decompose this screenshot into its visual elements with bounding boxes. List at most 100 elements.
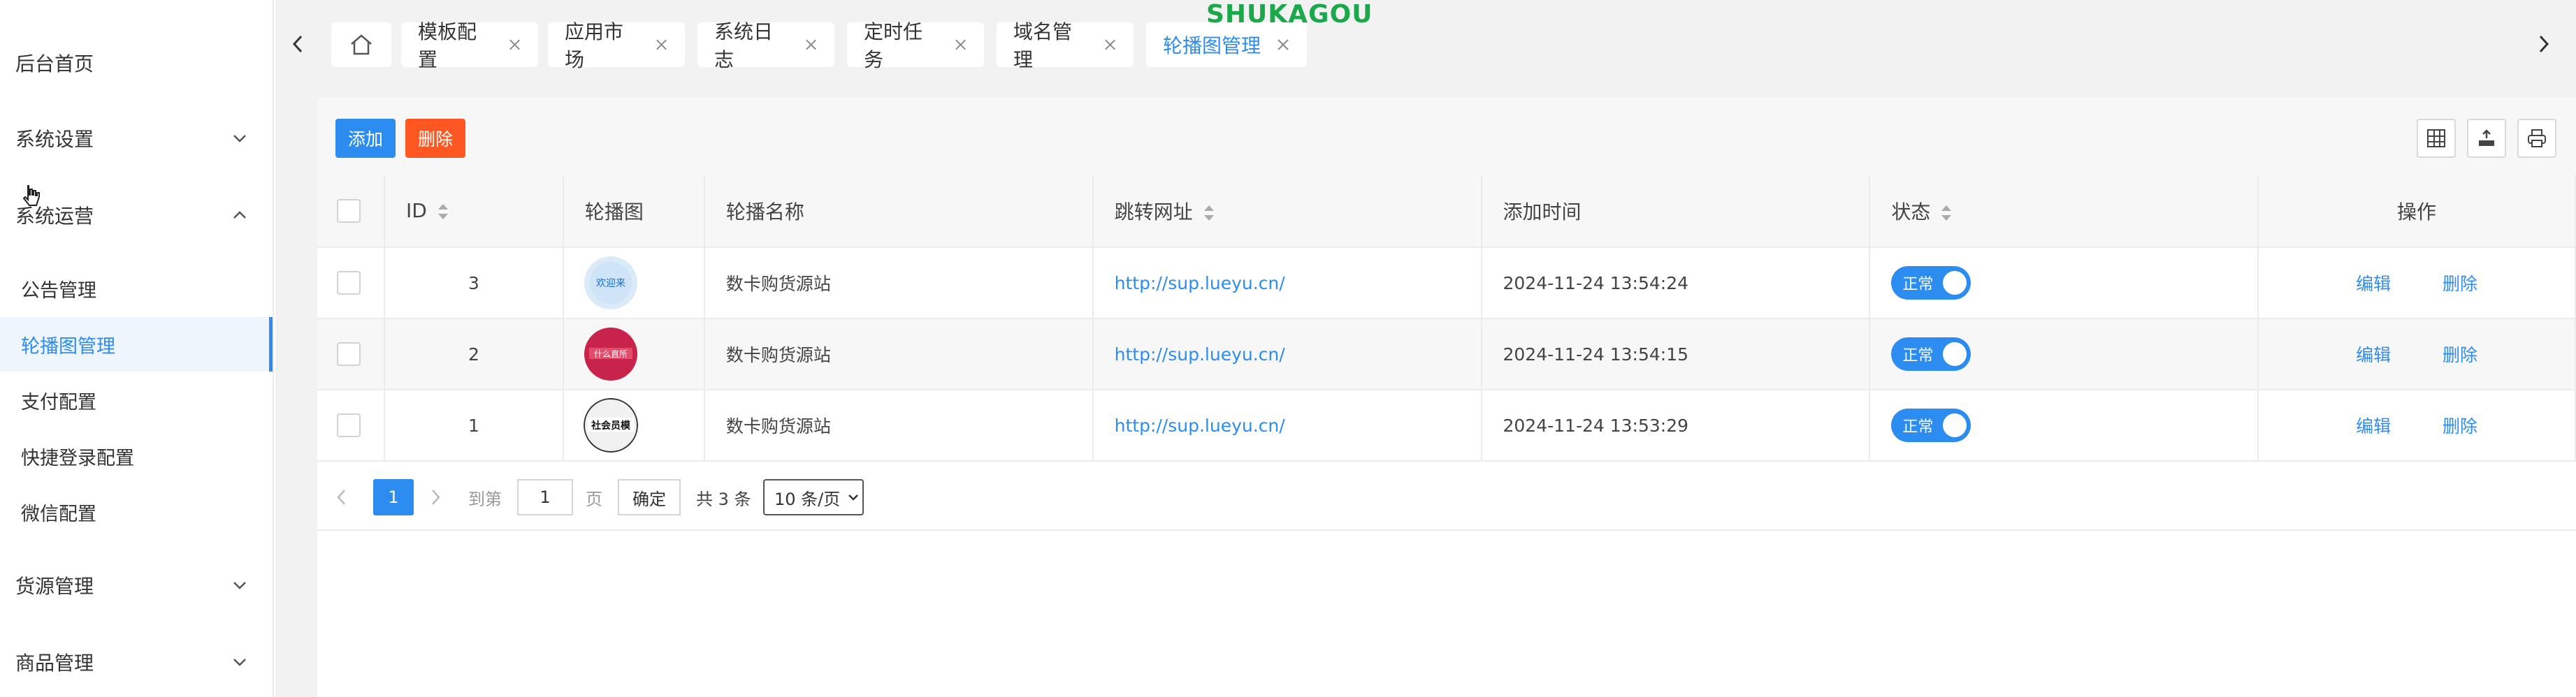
url-link[interactable]: http://sup.lueyu.cn/: [1115, 344, 1285, 365]
column-header-url[interactable]: 跳转网址: [1092, 175, 1482, 248]
sidebar-item-wechat[interactable]: 微信配置: [0, 485, 273, 539]
page-size-select[interactable]: 10 条/页: [763, 479, 864, 515]
time-cell: 2024-11-24 13:53:29: [1481, 390, 1871, 462]
status-cell: 正常: [1869, 247, 2259, 319]
column-header-id[interactable]: ID: [384, 175, 564, 248]
header-label: ID: [405, 199, 427, 222]
chevron-left-icon: [337, 490, 345, 505]
menu-group-label: 商品管理: [15, 652, 94, 675]
edit-link[interactable]: 编辑: [2356, 274, 2391, 294]
table-toolbar: 添加 删除: [317, 98, 2576, 175]
delete-button[interactable]: 删除: [405, 119, 466, 158]
url-cell: http://sup.lueyu.cn/: [1092, 390, 1482, 462]
menu-group-products[interactable]: 商品管理: [0, 641, 273, 683]
carousel-thumbnail[interactable]: 欢迎来: [584, 256, 638, 310]
sidebar-item-carousel[interactable]: 轮播图管理: [0, 317, 273, 372]
columns-icon: [2427, 129, 2445, 147]
carousel-thumbnail[interactable]: 社会员模: [583, 398, 638, 453]
url-link[interactable]: http://sup.lueyu.cn/: [1115, 273, 1285, 293]
sidebar-item-announcements[interactable]: 公告管理: [0, 261, 273, 316]
menu-group-system-settings[interactable]: 系统设置: [0, 117, 273, 159]
export-button[interactable]: [2467, 119, 2506, 158]
close-icon[interactable]: [508, 38, 521, 52]
tab-template-config[interactable]: 模板配置: [401, 20, 538, 71]
tab-bar: 模板配置 应用市场 系统日志 定时任务 域名管理 轮播图管理: [275, 10, 2576, 77]
edit-link[interactable]: 编辑: [2356, 345, 2391, 365]
table-header-row: ID 轮播图 轮播名称 跳转网址 添加时间 状态 操作: [317, 175, 2576, 248]
tab-scheduled-tasks[interactable]: 定时任务: [847, 20, 984, 71]
page-number-current[interactable]: 1: [373, 479, 414, 515]
goto-page-input[interactable]: 1: [517, 479, 573, 515]
status-toggle[interactable]: 正常: [1891, 409, 1971, 442]
sidebar-item-payment[interactable]: 支付配置: [0, 373, 273, 427]
delete-link[interactable]: 删除: [2443, 345, 2477, 365]
menu-group-sources[interactable]: 货源管理: [0, 564, 273, 606]
goto-confirm-button[interactable]: 确定: [618, 479, 681, 515]
content-panel: 添加 删除 ID 轮播图 轮播名称 跳转网址 添加时间 状态 操作 3 欢迎来 …: [317, 98, 2576, 697]
image-cell: 社会员模: [563, 390, 705, 462]
ops-cell: 编辑 删除: [2258, 247, 2576, 319]
table-row: 2 什么直所 数卡购货源站 http://sup.lueyu.cn/ 2024-…: [317, 318, 2576, 390]
name-cell: 数卡购货源站: [704, 247, 1094, 319]
prev-page-button[interactable]: [335, 479, 363, 515]
carousel-table: ID 轮播图 轮播名称 跳转网址 添加时间 状态 操作 3 欢迎来 数卡购货源站…: [317, 175, 2576, 462]
tab-label: 轮播图管理: [1163, 34, 1261, 57]
add-button[interactable]: 添加: [335, 119, 396, 158]
delete-link[interactable]: 删除: [2443, 274, 2477, 294]
carousel-thumbnail[interactable]: 什么直所: [584, 327, 638, 381]
url-cell: http://sup.lueyu.cn/: [1092, 247, 1482, 319]
sidebar-item-label: 支付配置: [21, 391, 96, 413]
tab-scroll-right-button[interactable]: [2526, 25, 2561, 63]
id-cell: 1: [384, 390, 564, 462]
id-cell: 3: [384, 247, 564, 319]
status-toggle[interactable]: 正常: [1891, 266, 1971, 300]
select-all-checkbox[interactable]: [337, 199, 361, 223]
edit-link[interactable]: 编辑: [2356, 416, 2391, 436]
chevron-up-icon: [233, 211, 246, 219]
url-link[interactable]: http://sup.lueyu.cn/: [1115, 416, 1285, 436]
menu-group-label: 货源管理: [15, 575, 94, 598]
row-select-cell: [317, 390, 385, 462]
tab-label: 域名管理: [1013, 20, 1073, 71]
tab-carousel-management[interactable]: 轮播图管理: [1146, 22, 1307, 67]
menu-home[interactable]: 后台首页: [15, 49, 94, 77]
delete-link[interactable]: 删除: [2443, 416, 2477, 436]
close-icon[interactable]: [655, 38, 668, 52]
sidebar-item-label: 快捷登录配置: [21, 447, 134, 469]
print-icon: [2528, 129, 2546, 147]
id-cell: 2: [384, 318, 564, 390]
chevron-down-icon: [848, 494, 859, 501]
name-cell: 数卡购货源站: [704, 318, 1094, 390]
tab-system-log[interactable]: 系统日志: [697, 20, 834, 71]
tab-label: 系统日志: [714, 20, 774, 71]
column-header-status[interactable]: 状态: [1869, 175, 2259, 248]
chevron-left-icon: [292, 35, 303, 53]
status-text: 正常: [1902, 276, 1934, 293]
sort-icon: [1203, 205, 1214, 221]
columns-filter-button[interactable]: [2417, 119, 2456, 158]
row-checkbox[interactable]: [337, 342, 361, 366]
status-text: 正常: [1902, 418, 1934, 436]
tab-home[interactable]: [331, 22, 391, 67]
close-icon[interactable]: [954, 38, 967, 52]
export-icon: [2479, 129, 2494, 146]
brand-logo: SHUKAGOU: [1206, 0, 1373, 29]
sidebar: 后台首页 系统设置 系统运营 公告管理 轮播图管理 支付配置 快捷登录配置 微信…: [0, 0, 274, 697]
close-icon[interactable]: [1276, 38, 1290, 52]
close-icon[interactable]: [1104, 38, 1117, 52]
chevron-down-icon: [233, 659, 246, 666]
next-page-button[interactable]: [429, 479, 457, 515]
row-checkbox[interactable]: [337, 271, 361, 295]
menu-group-label: 系统设置: [15, 128, 94, 151]
column-header-image: 轮播图: [563, 175, 705, 248]
print-button[interactable]: [2517, 119, 2556, 158]
page-unit-label: 页: [586, 489, 602, 509]
tab-domain-management[interactable]: 域名管理: [997, 20, 1134, 71]
tab-scroll-left-button[interactable]: [281, 25, 316, 63]
close-icon[interactable]: [804, 38, 818, 52]
row-checkbox[interactable]: [337, 413, 361, 437]
status-toggle[interactable]: 正常: [1891, 337, 1971, 371]
sidebar-item-quick-login[interactable]: 快捷登录配置: [0, 429, 273, 483]
tab-app-market[interactable]: 应用市场: [548, 20, 685, 71]
sidebar-item-label: 轮播图管理: [21, 335, 115, 358]
